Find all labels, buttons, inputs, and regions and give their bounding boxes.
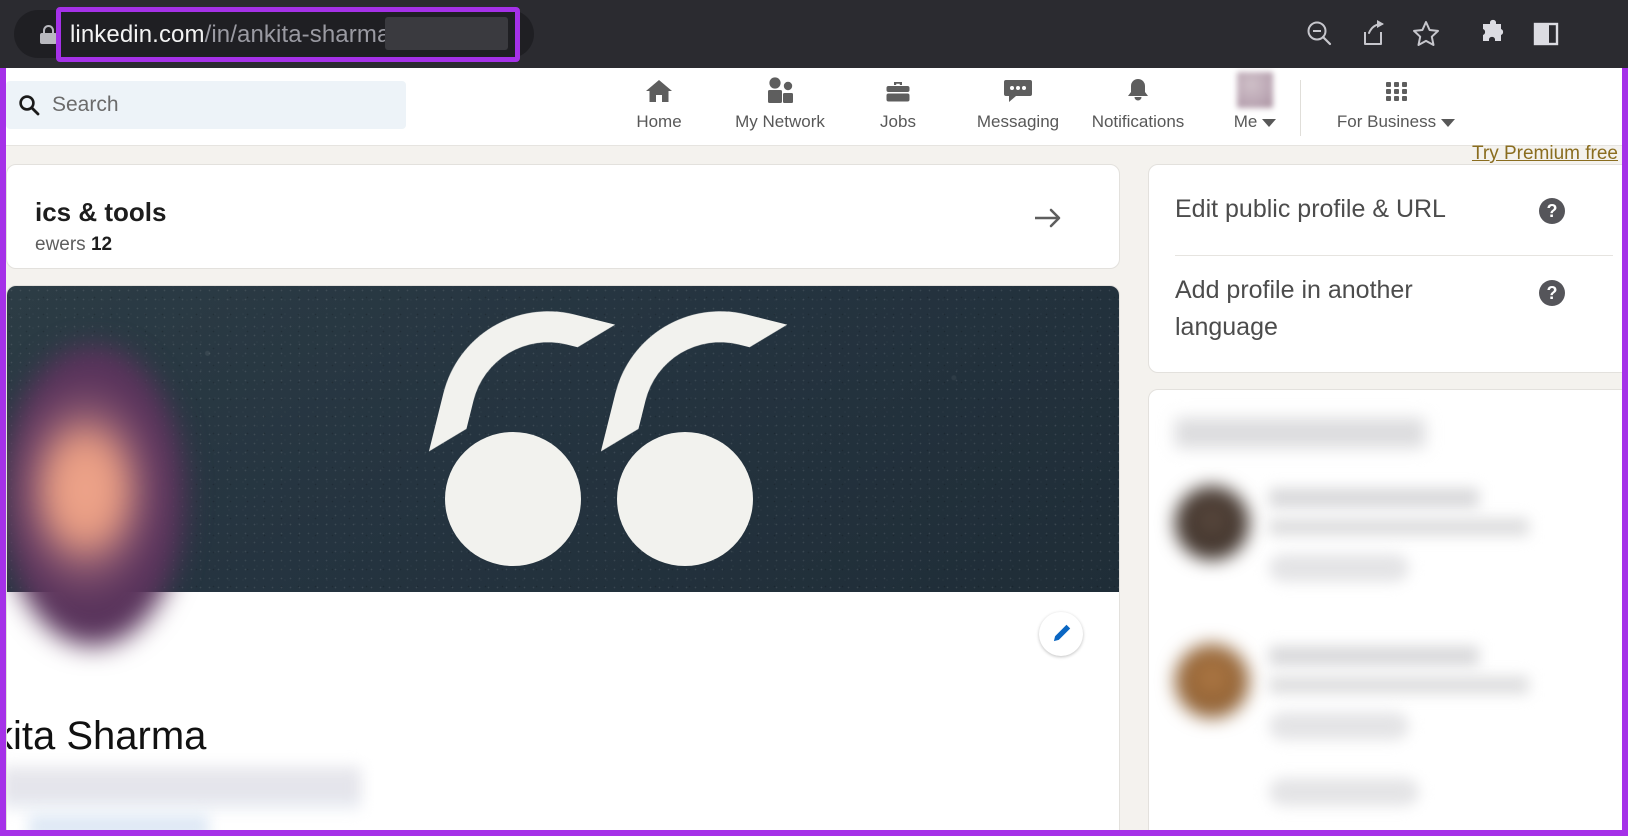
nav-divider — [1300, 80, 1301, 136]
help-icon[interactable]: ? — [1539, 198, 1565, 224]
edit-profile-links-card: Edit public profile & URL ? Add profile … — [1148, 164, 1628, 373]
profile-photo-avatar[interactable] — [6, 346, 185, 646]
person-name-blurred — [1269, 488, 1479, 508]
person-headline-blurred — [1269, 518, 1529, 536]
connect-button-blurred[interactable] — [1269, 554, 1409, 582]
page-frame: Search Home My Network — [0, 68, 1628, 836]
home-icon — [644, 76, 674, 106]
arrow-right-icon[interactable] — [1031, 201, 1065, 235]
nav-label-notifications: Notifications — [1092, 111, 1185, 133]
avatar-icon — [1237, 76, 1273, 106]
help-icon[interactable]: ? — [1539, 280, 1565, 306]
nav-item-jobs[interactable]: Jobs — [856, 76, 940, 138]
nav-item-for-business[interactable]: For Business — [1320, 76, 1472, 138]
connect-button-blurred[interactable] — [1269, 712, 1409, 740]
message-bubble-icon — [1002, 76, 1034, 106]
quote-mark-chalk-right — [619, 304, 779, 566]
person-name-blurred — [1269, 646, 1479, 666]
profile-location-blurred — [29, 814, 209, 836]
try-premium-link[interactable]: Try Premium free — [1462, 140, 1628, 167]
avatar — [1175, 644, 1249, 718]
grid-apps-icon — [1381, 76, 1411, 106]
share-icon[interactable] — [1356, 17, 1390, 51]
nav-item-notifications[interactable]: Notifications — [1070, 76, 1206, 138]
edit-public-profile-url-label: Edit public profile & URL — [1175, 191, 1505, 228]
pencil-edit-icon — [1049, 622, 1073, 646]
chevron-down-icon — [1441, 119, 1455, 127]
search-input[interactable]: Search — [6, 81, 406, 129]
analytics-title: ics & tools — [35, 195, 166, 229]
edit-public-profile-url-row[interactable]: Edit public profile & URL ? — [1149, 165, 1628, 255]
nav-label-me: Me — [1234, 111, 1277, 133]
briefcase-icon — [883, 76, 913, 106]
profile-headline-blurred — [6, 766, 361, 810]
analytics-subtitle: ewers 12 — [35, 233, 112, 257]
connect-button-blurred[interactable] — [1269, 778, 1419, 806]
nav-label-my-network: My Network — [735, 111, 825, 133]
bookmark-star-icon[interactable] — [1409, 17, 1443, 51]
side-panel-icon[interactable] — [1529, 17, 1563, 51]
lock-icon — [40, 25, 57, 44]
browser-chrome: linkedin.com/in/ankita-sharma — [0, 0, 1628, 68]
nav-label-jobs: Jobs — [880, 111, 916, 133]
zoom-out-icon[interactable] — [1302, 17, 1336, 51]
nav-item-my-network[interactable]: My Network — [718, 76, 842, 138]
avatar — [1175, 486, 1249, 560]
search-placeholder: Search — [52, 91, 119, 119]
add-profile-another-language-label: Add profile in another language — [1175, 272, 1505, 346]
list-item[interactable] — [1149, 462, 1628, 592]
list-item[interactable] — [1149, 620, 1628, 750]
person-headline-blurred — [1269, 676, 1529, 694]
chevron-down-icon — [1262, 119, 1276, 127]
linkedin-global-nav: Search Home My Network — [0, 68, 1628, 146]
analytics-count: 12 — [91, 234, 112, 255]
edit-banner-button[interactable] — [1039, 612, 1083, 656]
add-profile-another-language-row[interactable]: Add profile in another language ? — [1149, 256, 1628, 374]
people-also-viewed-title-blurred — [1175, 418, 1425, 448]
nav-label-home: Home — [636, 111, 681, 133]
quote-mark-chalk-left — [447, 304, 607, 566]
nav-label-for-business: For Business — [1337, 111, 1455, 133]
nav-item-home[interactable]: Home — [612, 76, 706, 138]
nav-label-messaging: Messaging — [977, 111, 1059, 133]
people-icon — [764, 76, 796, 106]
bell-icon — [1123, 76, 1153, 106]
analytics-card[interactable]: ics & tools ewers 12 — [6, 164, 1120, 269]
nav-item-messaging[interactable]: Messaging — [948, 76, 1088, 138]
extensions-puzzle-icon[interactable] — [1476, 17, 1510, 51]
profile-name: kita Sharma — [6, 710, 206, 762]
people-also-viewed-card — [1148, 389, 1628, 836]
search-icon — [18, 94, 40, 116]
url-highlight-box — [56, 7, 520, 62]
profile-card: kita Sharma — [6, 285, 1120, 836]
nav-item-me[interactable]: Me — [1216, 76, 1294, 138]
